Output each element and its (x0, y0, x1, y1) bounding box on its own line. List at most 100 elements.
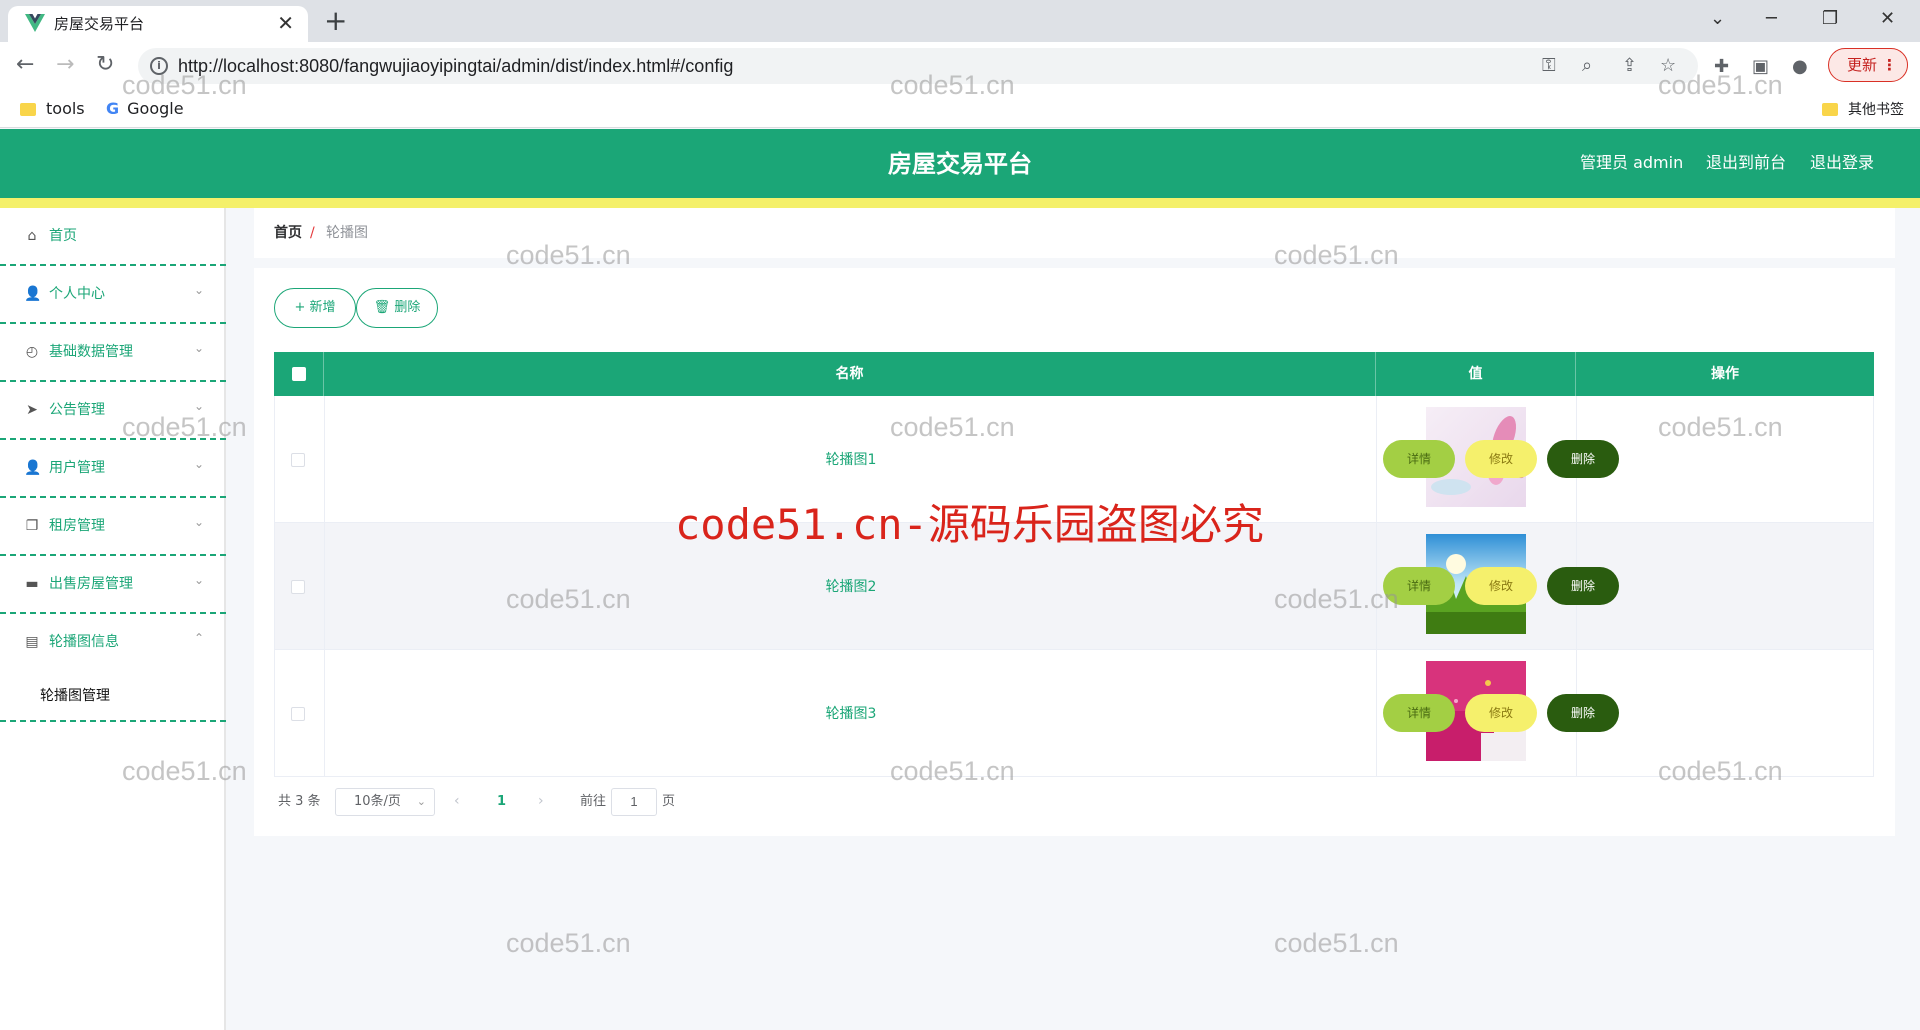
row-checkbox[interactable] (291, 580, 305, 594)
row-name: 轮播图3 (825, 706, 877, 722)
edit-button[interactable]: 修改 (1465, 440, 1537, 478)
tab-search-icon[interactable]: ⌄ (1710, 4, 1725, 34)
detail-button[interactable]: 详情 (1383, 567, 1455, 605)
reload-icon[interactable]: ↻ (96, 50, 114, 80)
pagination: 共 3 条 10条/页 ⌄ ‹ 1 › 前往 1 页 (274, 788, 874, 816)
prev-page-icon[interactable]: ‹ (454, 792, 460, 810)
minimize-icon[interactable]: ─ (1766, 4, 1777, 34)
sidebar: ⌂ 首页 👤 个人中心 ⌄ ◴ 基础数据管理 ⌄ ➤ 公告管理 ⌄ 👤 用户管理… (0, 208, 226, 1030)
goto-page-input[interactable]: 1 (611, 788, 657, 816)
sidebar-item-personal[interactable]: 👤 个人中心 ⌄ (0, 266, 226, 324)
sidebar-subitem-carousel-manage[interactable]: 轮播图管理 (0, 672, 226, 722)
site-info-icon[interactable]: i (150, 57, 168, 75)
sidebar-item-notice[interactable]: ➤ 公告管理 ⌄ (0, 382, 226, 440)
select-all-cell (274, 352, 324, 396)
table-header: 名称 值 操作 (274, 352, 1874, 396)
sidebar-item-rental[interactable]: ❐ 租房管理 ⌄ (0, 498, 226, 556)
next-page-icon[interactable]: › (538, 792, 544, 810)
menu-dots-icon: ⋮ (1882, 56, 1897, 74)
row-checkbox[interactable] (291, 707, 305, 721)
detail-button[interactable]: 详情 (1383, 440, 1455, 478)
row-delete-button[interactable]: 删除 (1547, 440, 1619, 478)
breadcrumb-home[interactable]: 首页 (274, 225, 302, 241)
delete-button[interactable]: 🗑 删除 (356, 288, 438, 328)
detail-button[interactable]: 详情 (1383, 694, 1455, 732)
row-delete-button[interactable]: 删除 (1547, 567, 1619, 605)
select-all-checkbox[interactable] (292, 367, 306, 381)
chevron-down-icon: ⌄ (416, 795, 426, 808)
folder-icon (20, 103, 36, 116)
send-icon: ➤ (26, 402, 38, 418)
edit-button[interactable]: 修改 (1465, 567, 1537, 605)
share-icon[interactable]: ⇪ (1622, 55, 1637, 77)
profile-icon[interactable]: ● (1792, 56, 1808, 78)
column-header-value: 值 (1376, 352, 1576, 396)
user-icon: 👤 (24, 460, 42, 476)
google-icon: G (106, 99, 120, 118)
sidebar-item-carousel[interactable]: ▤ 轮播图信息 ⌃ (0, 614, 226, 672)
zoom-icon[interactable]: ⌕ (1582, 55, 1592, 77)
table-row: 轮播图1 详情 修改 删除 (274, 396, 1874, 523)
close-tab-icon[interactable]: ✕ (277, 11, 294, 35)
restore-icon[interactable]: ❐ (1822, 4, 1838, 34)
update-label: 更新 (1847, 56, 1878, 74)
edit-button[interactable]: 修改 (1465, 694, 1537, 732)
column-header-actions: 操作 (1711, 366, 1739, 382)
to-front-link[interactable]: 退出到前台 (1706, 153, 1786, 173)
url-field[interactable]: i http://localhost:8080/fangwujiaoyiping… (138, 48, 1698, 84)
forward-icon[interactable]: → (56, 50, 74, 80)
sidebar-item-sale[interactable]: ▬ 出售房屋管理 ⌄ (0, 556, 226, 614)
chevron-down-icon: ⌄ (193, 399, 204, 413)
watermark: code51.cn (1274, 928, 1399, 958)
header-accent-bar (0, 198, 1920, 208)
logout-link[interactable]: 退出登录 (1810, 153, 1874, 173)
page-number[interactable]: 1 (497, 793, 506, 811)
extensions-icon[interactable]: ✚ (1714, 56, 1729, 78)
update-button[interactable]: 更新 ⋮ (1828, 48, 1908, 82)
sidebar-item-users[interactable]: 👤 用户管理 ⌄ (0, 440, 226, 498)
chevron-down-icon: ⌄ (193, 283, 204, 297)
compass-icon: ◴ (25, 344, 39, 360)
user-icon: 👤 (24, 286, 42, 302)
bookmark-tools[interactable]: tools (20, 99, 85, 119)
row-checkbox[interactable] (291, 453, 305, 467)
table-row: 轮播图2 详情 修改 删除 (274, 523, 1874, 650)
star-icon[interactable]: ☆ (1660, 55, 1676, 77)
sidebar-item-label: 公告管理 (49, 402, 105, 418)
app-header: 房屋交易平台 管理员 admin 退出到前台 退出登录 (0, 129, 1920, 198)
side-panel-icon[interactable]: ▣ (1752, 56, 1769, 78)
row-name: 轮播图2 (825, 579, 877, 595)
admin-user-label: 管理员 admin (1580, 153, 1684, 172)
page-size-select[interactable]: 10条/页 ⌄ (335, 788, 435, 816)
key-icon[interactable]: ⚿ (1542, 55, 1556, 77)
bookmark-label: 其他书签 (1848, 102, 1904, 118)
browser-tab-bar: 房屋交易平台 ✕ + ⌄ ─ ❐ ✕ (0, 0, 1920, 42)
url-text: http://localhost:8080/fangwujiaoyipingta… (178, 56, 734, 76)
row-delete-button[interactable]: 删除 (1547, 694, 1619, 732)
chevron-down-icon: ⌄ (193, 341, 204, 355)
breadcrumb-current: 轮播图 (326, 225, 368, 241)
chevron-down-icon: ⌄ (193, 515, 204, 529)
add-button[interactable]: + 新增 (274, 288, 356, 328)
sidebar-item-basic-data[interactable]: ◴ 基础数据管理 ⌄ (0, 324, 226, 382)
row-name: 轮播图1 (825, 452, 877, 468)
bookmark-other[interactable]: 其他书签 (1822, 99, 1904, 120)
sidebar-item-label: 基础数据管理 (49, 344, 133, 360)
sidebar-item-label: 租房管理 (49, 518, 105, 534)
tab-title: 房屋交易平台 (54, 15, 145, 33)
sidebar-item-home[interactable]: ⌂ 首页 (0, 208, 226, 266)
document-icon: ▤ (25, 634, 39, 650)
bookmark-google[interactable]: G Google (106, 99, 184, 119)
sidebar-item-label: 用户管理 (49, 460, 105, 476)
sidebar-item-label: 个人中心 (49, 286, 105, 302)
new-tab-icon[interactable]: + (324, 6, 347, 36)
sidebar-subitem-label: 轮播图管理 (40, 688, 110, 704)
chevron-down-icon: ⌄ (193, 573, 204, 587)
browser-tab[interactable]: 房屋交易平台 ✕ (8, 6, 308, 42)
pagination-total: 共 3 条 (278, 794, 321, 809)
back-icon[interactable]: ← (16, 50, 34, 80)
vue-logo-icon (25, 14, 45, 32)
content-card: + 新增 🗑 删除 名称 值 操作 轮播图1 详情 修改 删除 轮播图2 详情 … (254, 268, 1895, 836)
close-window-icon[interactable]: ✕ (1880, 4, 1895, 34)
bookmark-label: Google (127, 99, 184, 118)
